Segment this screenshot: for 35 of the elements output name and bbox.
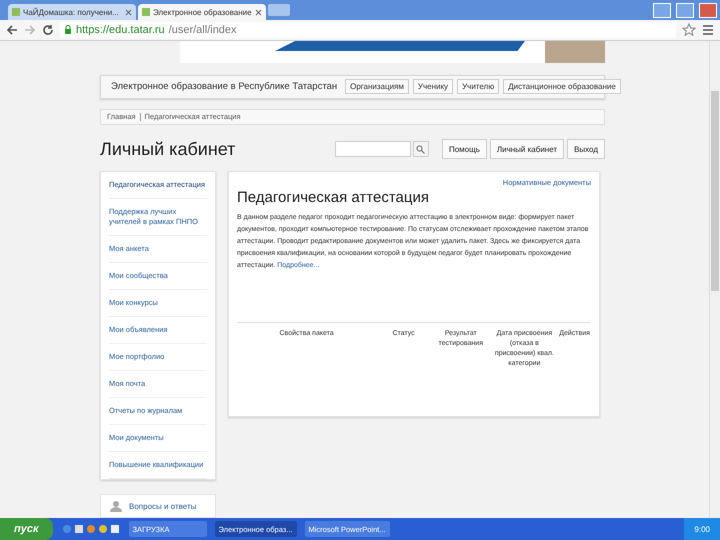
person-icon [109, 500, 123, 512]
site-title[interactable]: Электронное образование в Республике Татарстан [111, 81, 338, 92]
browser-tab[interactable]: ЧаЙДомашка: получени... [8, 4, 136, 20]
search-button[interactable] [412, 141, 429, 158]
back-icon[interactable] [6, 24, 18, 36]
clock: 9:00 [694, 524, 710, 534]
start-button[interactable]: пуск [0, 518, 53, 540]
reload-icon[interactable] [42, 24, 54, 36]
close-tab-icon[interactable] [125, 8, 132, 16]
browser-tab[interactable]: Электронное образование [138, 4, 266, 20]
close-tab-icon[interactable] [255, 8, 262, 16]
header-button[interactable]: Помощь [442, 139, 487, 160]
header-button[interactable]: Личный кабинет [490, 139, 564, 160]
star-icon[interactable] [682, 23, 696, 37]
lock-icon [64, 25, 72, 35]
nav-button[interactable]: Учителю [457, 79, 500, 94]
nav-button[interactable]: Организациям [345, 79, 409, 94]
menu-icon[interactable] [702, 23, 714, 37]
nav-button[interactable]: Ученику [412, 79, 454, 94]
header-button[interactable]: Выход [567, 139, 605, 160]
photo-placeholder [545, 41, 605, 63]
sidebar-link[interactable]: Вопросы и ответы [129, 502, 196, 510]
search-icon [416, 144, 426, 154]
page-icon [12, 8, 20, 16]
quick-launch-icons[interactable] [60, 523, 121, 535]
address-field[interactable]: https://edu.tatar.ru /user/all/index [60, 22, 676, 38]
page-icon [142, 8, 150, 16]
page-title: Личный кабинет [100, 138, 236, 160]
search-field[interactable] [334, 141, 411, 158]
minimize-button[interactable] [653, 2, 671, 18]
nav-button[interactable]: Дистанционное образование [503, 79, 621, 94]
scrollbar[interactable] [709, 41, 720, 518]
section-title: Педагогическая аттестация [237, 189, 430, 206]
close-button[interactable] [699, 2, 717, 18]
maximize-button[interactable] [676, 2, 694, 18]
